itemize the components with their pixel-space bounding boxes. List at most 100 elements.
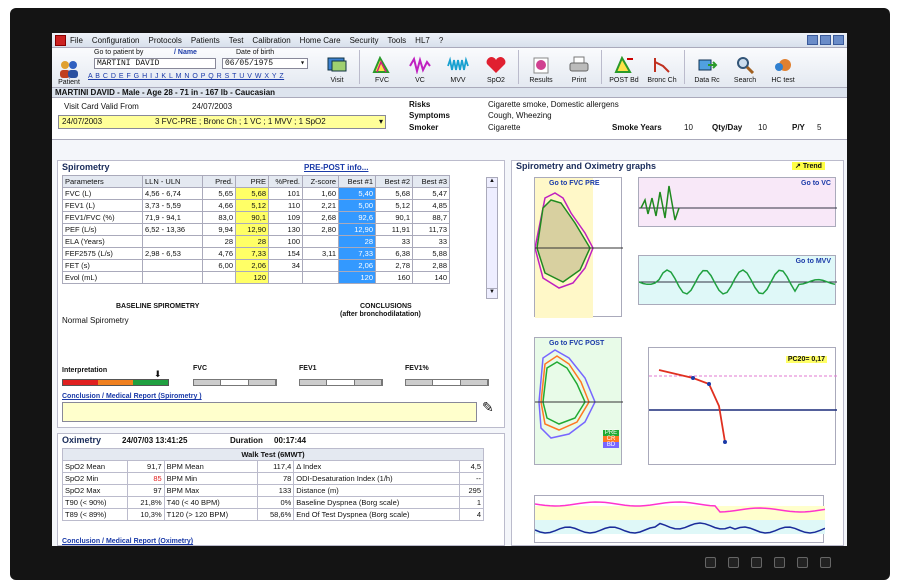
table-cell: 3,11 <box>302 247 339 260</box>
table-cell: 130 <box>268 223 303 236</box>
post-bd-button[interactable]: POST Bd <box>605 48 643 86</box>
patient-button[interactable]: Patient <box>52 48 86 86</box>
qty-day-value: 10 <box>758 123 767 132</box>
table-row[interactable]: FET (s) 6,00 2,06 34 2,06 2,78 2,88 <box>62 259 450 272</box>
bronc-ch-button[interactable]: Bronc Ch <box>643 48 681 86</box>
table-cell: End Of Test Dyspnea (Borg scale) <box>293 508 460 521</box>
vc-button[interactable]: VC <box>401 48 439 86</box>
table-cell: Distance (m) <box>293 484 460 497</box>
table-cell: -- <box>458 472 484 485</box>
visit-date: 24/07/2003 <box>62 117 103 126</box>
toolbar-separator <box>518 50 519 84</box>
toolbar: Patient Go to patient by / Name Date of … <box>52 48 847 88</box>
table-row[interactable]: FVC (L) 4,56 - 6,74 5,65 5,68 101 1,60 5,40 5,6… <box>62 187 450 200</box>
spirometry-title: Spirometry <box>62 162 110 172</box>
monitor-button[interactable] <box>774 557 785 568</box>
monitor-button[interactable] <box>728 557 739 568</box>
monitor-button[interactable] <box>820 557 831 568</box>
menu-configuration[interactable]: Configuration <box>92 36 140 45</box>
spo2-button[interactable]: SpO2 <box>477 48 515 86</box>
menu-hl7[interactable]: HL7 <box>415 36 430 45</box>
col-pct-pred: %Pred. <box>268 175 303 188</box>
table-cell: 88,7 <box>412 211 450 224</box>
menu-patients[interactable]: Patients <box>191 36 220 45</box>
table-scrollbar[interactable]: ▲ ▼ <box>486 177 498 299</box>
signature-icon[interactable]: ✎ <box>482 399 494 416</box>
fvc-pre-graph[interactable]: Go to FVC PRE <box>534 177 623 318</box>
fvc-post-link[interactable]: Go to FVC POST <box>549 340 604 347</box>
col-pred: Pred. <box>202 175 236 188</box>
table-cell: 5,47 <box>412 187 450 200</box>
table-cell: 2,06 <box>235 259 269 272</box>
results-label: Results <box>529 77 553 84</box>
table-row[interactable]: PEF (L/s) 6,52 - 13,36 9,94 12,90 130 2,80 12,… <box>62 223 450 236</box>
chevron-down-icon[interactable]: ▾ <box>379 116 383 128</box>
table-cell: 21,8% <box>126 496 165 509</box>
dob-label: Date of birth <box>236 49 275 56</box>
monitor-button[interactable] <box>797 557 808 568</box>
col-best2: Best #2 <box>375 175 413 188</box>
table-cell: FET (s) <box>62 259 143 272</box>
data-rc-button[interactable]: Data Rc <box>688 48 726 86</box>
prepost-info-link[interactable]: PRE-POST info... <box>304 163 368 172</box>
table-cell <box>202 271 236 284</box>
fvc-post-graph[interactable]: Go to FVC POST PRE CR BD <box>534 337 623 465</box>
menu-file[interactable]: File <box>70 36 83 45</box>
table-cell <box>268 271 303 284</box>
mvv-link[interactable]: Go to MVV <box>796 258 831 265</box>
chevron-down-icon[interactable]: ▾ <box>300 59 305 68</box>
table-row[interactable]: ELA (Years) 28 28 100 28 33 33 <box>62 235 450 248</box>
table-cell: 92,6 <box>338 211 376 224</box>
dob-value: 06/05/1975 <box>225 59 274 68</box>
table-row[interactable]: FEV1 (L) 3,73 - 5,59 4,66 5,12 110 2,21 5,00 5,… <box>62 199 450 212</box>
oximetry-graph[interactable] <box>534 495 826 543</box>
mvv-graph[interactable]: Go to MVV <box>638 255 837 305</box>
maximize-button[interactable] <box>820 35 831 45</box>
fvc-pre-link[interactable]: Go to FVC PRE <box>549 180 600 187</box>
menu-security[interactable]: Security <box>350 36 379 45</box>
fvc-button[interactable]: FVC <box>363 48 401 86</box>
close-button[interactable] <box>833 35 844 45</box>
alphabet-index[interactable]: A B C D E F G H I J K L M N O P Q R S T … <box>88 73 284 80</box>
table-row[interactable]: FEV1/FVC (%) 71,9 - 94,1 83,0 90,1 109 2,68 92… <box>62 211 450 224</box>
dob-field[interactable]: 06/05/1975 ▾ <box>222 58 308 69</box>
graphs-panel: Spirometry and Oximetry graphs ↗ Trend G… <box>511 160 844 546</box>
results-button[interactable]: Results <box>522 48 560 86</box>
table-cell: 28 <box>338 235 376 248</box>
print-button[interactable]: Print <box>560 48 598 86</box>
trend-button[interactable]: ↗ Trend <box>792 162 825 170</box>
oximetry-report-link[interactable]: Conclusion / Medical Report (Oximetry) <box>62 538 193 545</box>
hc-test-button[interactable]: HC test <box>764 48 802 86</box>
minimize-button[interactable] <box>807 35 818 45</box>
visit-button[interactable]: Visit <box>318 48 356 86</box>
spirometry-report-link[interactable]: Conclusion / Medical Report (Spirometry … <box>62 393 202 400</box>
visit-selector[interactable]: 24/07/2003 3 FVC-PRE ; Bronc Ch ; 1 VC ; … <box>58 115 386 129</box>
pc20-badge: PC20= 0,17 <box>785 356 827 363</box>
spirometry-report-field[interactable] <box>62 402 477 422</box>
fvc-scale-label: FVC <box>193 365 207 372</box>
menu-tools[interactable]: Tools <box>387 36 406 45</box>
menu-protocols[interactable]: Protocols <box>148 36 181 45</box>
by-name-option[interactable]: / Name <box>174 49 197 56</box>
menu-calibration[interactable]: Calibration <box>252 36 290 45</box>
table-row[interactable]: Evol (mL) 120 120 160 140 <box>62 271 450 284</box>
vc-graph[interactable]: Go to VC <box>638 177 837 227</box>
chevron-up-icon[interactable]: ▲ <box>487 178 497 188</box>
table-cell: 109 <box>268 211 303 224</box>
vc-link[interactable]: Go to VC <box>801 180 831 187</box>
search-button[interactable]: Search <box>726 48 764 86</box>
table-cell <box>142 271 203 284</box>
mvv-button[interactable]: MVV <box>439 48 477 86</box>
baseline-label: BASELINE SPIROMETRY <box>116 303 200 310</box>
monitor-button[interactable] <box>751 557 762 568</box>
menu-home-care[interactable]: Home Care <box>300 36 341 45</box>
toolbar-separator <box>359 50 360 84</box>
patient-name-field[interactable]: MARTINI DAVID <box>94 58 216 69</box>
table-cell: 83,0 <box>202 211 236 224</box>
chevron-down-icon[interactable]: ▼ <box>487 288 497 298</box>
menu-test[interactable]: Test <box>229 36 244 45</box>
table-row[interactable]: FEF2575 (L/s) 2,98 - 6,53 4,76 7,33 154 3,11 7… <box>62 247 450 260</box>
menu-help[interactable]: ? <box>439 36 443 45</box>
monitor-button[interactable] <box>705 557 716 568</box>
table-cell: 4,85 <box>412 199 450 212</box>
